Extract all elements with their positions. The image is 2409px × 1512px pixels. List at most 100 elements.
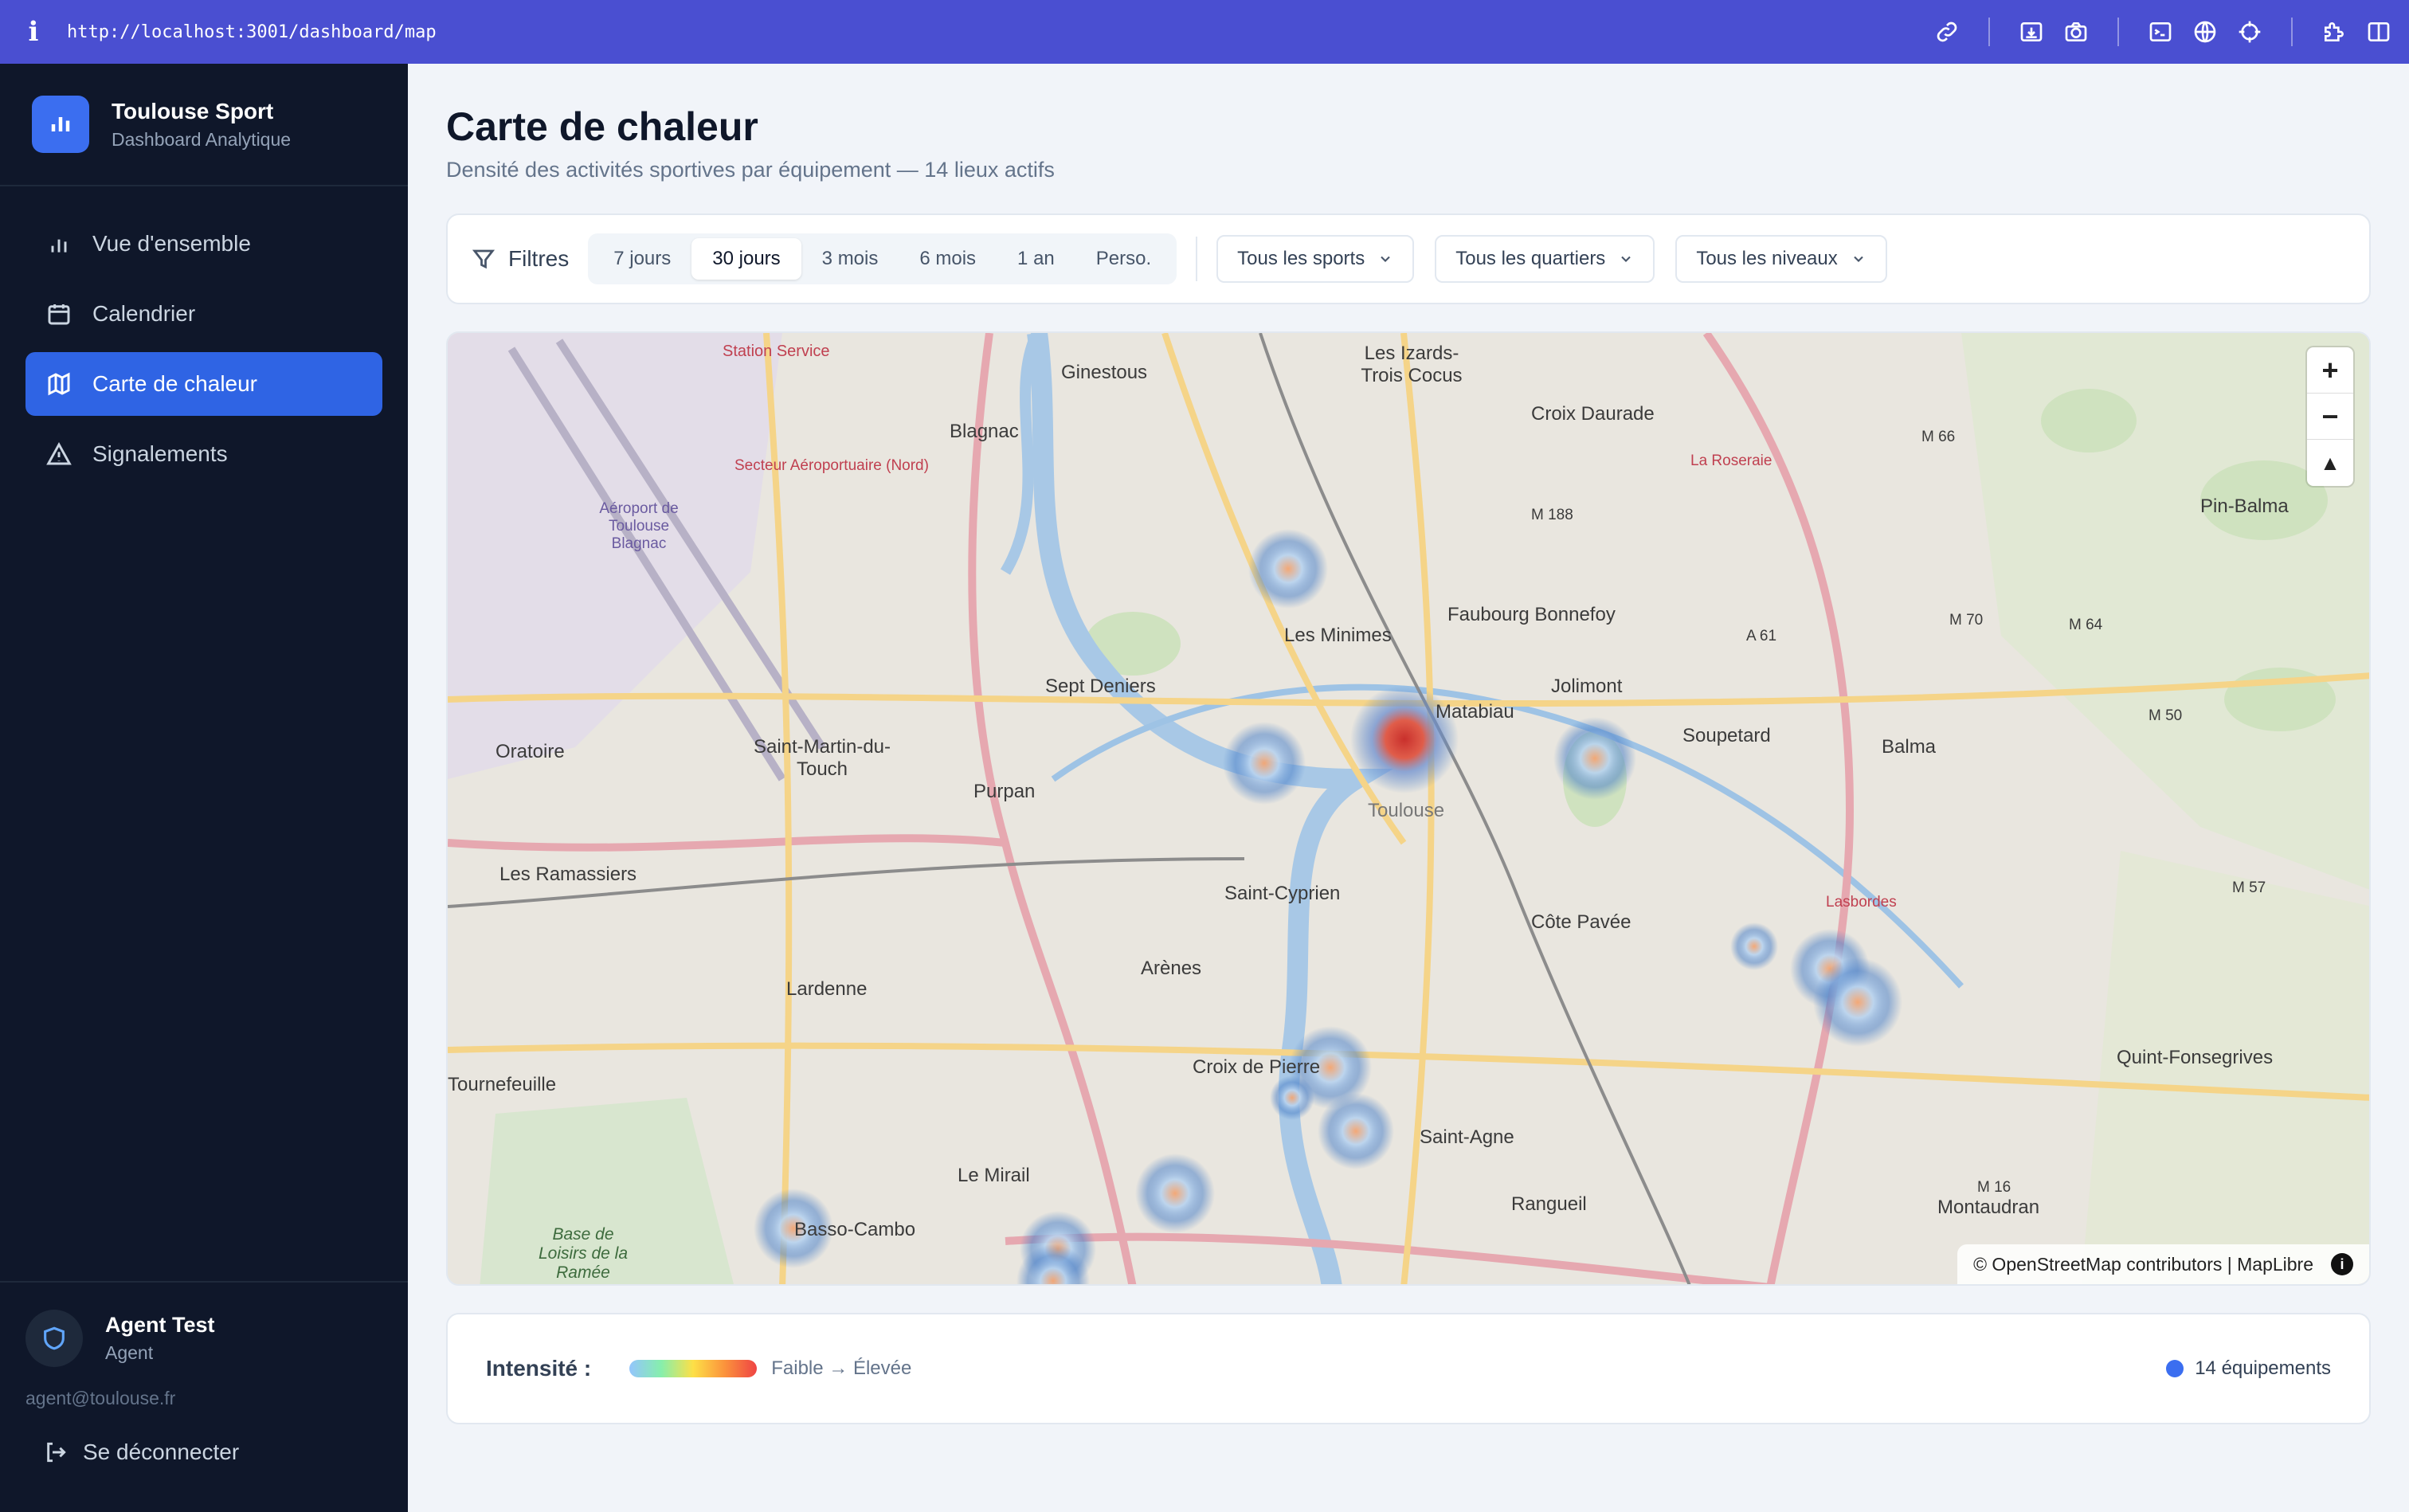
sidebar-item-label: Vue d'ensemble [92,231,251,256]
heat-point[interactable] [1813,958,1902,1047]
sidebar-item-label: Calendrier [92,301,196,326]
map-label: Blagnac [950,421,1019,442]
sidebar-nav: Vue d'ensemble Calendrier Carte de chale… [0,186,408,518]
map-label: Les Ramassiers [499,864,637,885]
map-label: Basso-Cambo [794,1219,916,1240]
sidebar-item-heatmap[interactable]: Carte de chaleur [25,352,382,416]
toolbar-divider [1988,18,1990,46]
browser-tools [1933,0,2393,64]
heat-point[interactable] [1270,1075,1314,1120]
heat-point[interactable] [1135,1154,1215,1233]
zoom-out-button[interactable]: − [2307,394,2353,440]
map-attribution: © OpenStreetMap contributors | MapLibre … [1957,1244,2369,1284]
period-30-days[interactable]: 30 jours [691,238,801,280]
page-title: Carte de chaleur [446,104,758,149]
info-icon[interactable]: i [0,16,67,48]
alert-triangle-icon [46,441,72,465]
sidebar-toggle-icon[interactable] [2364,18,2393,46]
map-label: La Roseraie [1690,452,1772,469]
map-label: M 66 [1921,429,1956,445]
map-label: M 16 [1977,1179,2011,1196]
map-label: Tournefeuille [448,1074,557,1095]
map-label: Rangueil [1511,1193,1587,1215]
map-label: Toulouse [1368,800,1445,821]
brand-title: Toulouse Sport [112,98,274,123]
map-label: M 70 [1949,612,1984,629]
url-field[interactable]: http://localhost:3001/dashboard/map [67,22,437,42]
map-label: Arènes [1141,958,1202,979]
quartier-select[interactable]: Tous les quartiers [1435,235,1655,283]
map-label: A 61 [1746,628,1777,644]
info-icon[interactable]: i [2331,1253,2353,1275]
user-role: Agent [105,1342,154,1363]
main-content: Carte de chaleur Densité des activités s… [408,64,2409,1512]
chevron-down-icon [1381,256,1390,262]
map-label: Base de Loisirs de la Ramée [538,1225,629,1282]
map-label: Quint-Fonsegrives [2117,1047,2274,1068]
calendar-icon [48,304,70,325]
legend-title: Intensité : [486,1356,592,1381]
map-label: Saint-Martin-du-Touch [753,736,891,780]
terminal-icon[interactable] [2146,18,2175,46]
user-email: agent@toulouse.fr [25,1388,176,1408]
map-label: Lardenne [786,978,868,1000]
filters-bar: Filtres 7 jours 30 jours 3 mois 6 mois 1… [446,213,2371,304]
toolbar-divider [2291,18,2293,46]
map-label: Les Minimes [1284,625,1392,646]
map-label: Pin-Balma [2200,496,2289,517]
page-subtitle: Densité des activités sportives par équi… [446,158,1055,182]
camera-icon[interactable] [2062,18,2090,46]
intensity-gradient [629,1360,758,1377]
bar-chart-icon [51,239,67,253]
brand-subtitle: Dashboard Analytique [112,128,292,150]
equipment-count: 14 équipements [2166,1357,2331,1380]
globe-icon[interactable] [2191,18,2219,46]
map-label: Croix Daurade [1531,403,1655,425]
compass-button[interactable]: ▲ [2307,440,2353,486]
attribution-text[interactable]: © OpenStreetMap contributors | MapLibre [1973,1254,2313,1275]
period-1-year[interactable]: 1 an [997,238,1075,280]
extension-icon[interactable] [2320,18,2348,46]
map-label: Lasbordes [1826,894,1897,911]
chevron-down-icon [1854,256,1863,262]
heat-point[interactable] [1553,717,1636,800]
heatmap-map[interactable]: Station Service Ginestous Les Izards-Tro… [446,331,2371,1286]
map-label: Matabiau [1436,701,1514,723]
map-label: M 50 [2149,707,2183,724]
crosshair-icon[interactable] [2235,18,2264,46]
link-icon[interactable] [1933,18,1961,46]
bar-chart-icon [32,96,89,153]
niveau-select[interactable]: Tous les niveaux [1675,235,1887,283]
download-icon[interactable] [2017,18,2046,46]
map-label: Jolimont [1551,676,1623,697]
period-6-months[interactable]: 6 mois [899,238,997,280]
browser-bar: i http://localhost:3001/dashboard/map [0,0,2409,64]
logout-label: Se déconnecter [83,1440,240,1464]
period-custom[interactable]: Perso. [1075,238,1172,280]
logout-button[interactable]: Se déconnecter [0,1409,408,1465]
sport-select[interactable]: Tous les sports [1216,235,1415,283]
sidebar-item-label: Signalements [92,441,228,466]
sidebar-item-label: Carte de chaleur [92,371,258,396]
map-label: Saint-Agne [1420,1126,1514,1148]
period-3-months[interactable]: 3 mois [801,238,899,280]
map-label: M 188 [1531,507,1573,523]
sidebar-item-reports[interactable]: Signalements [25,422,382,486]
map-label: Secteur Aéroportuaire (Nord) [734,457,929,474]
map-label: Sept Deniers [1045,676,1156,697]
heat-point[interactable] [1223,722,1306,805]
zoom-in-button[interactable]: + [2307,347,2353,394]
period-7-days[interactable]: 7 jours [593,238,691,280]
period-selector: 7 jours 30 jours 3 mois 6 mois 1 an Pers… [588,233,1177,284]
heat-point[interactable] [1730,922,1778,970]
sidebar-item-overview[interactable]: Vue d'ensemble [25,212,382,276]
map-label: Faubourg Bonnefoy [1447,604,1616,625]
toolbar-divider [2117,18,2119,46]
map-label: M 64 [2069,617,2103,633]
map-label: Oratoire [496,741,565,762]
sidebar-item-calendar[interactable]: Calendrier [25,282,382,346]
map-label: Côte Pavée [1531,911,1631,933]
heat-point[interactable] [1318,1093,1394,1169]
map-label: M 57 [2232,879,2266,896]
heat-point[interactable] [1248,529,1328,609]
